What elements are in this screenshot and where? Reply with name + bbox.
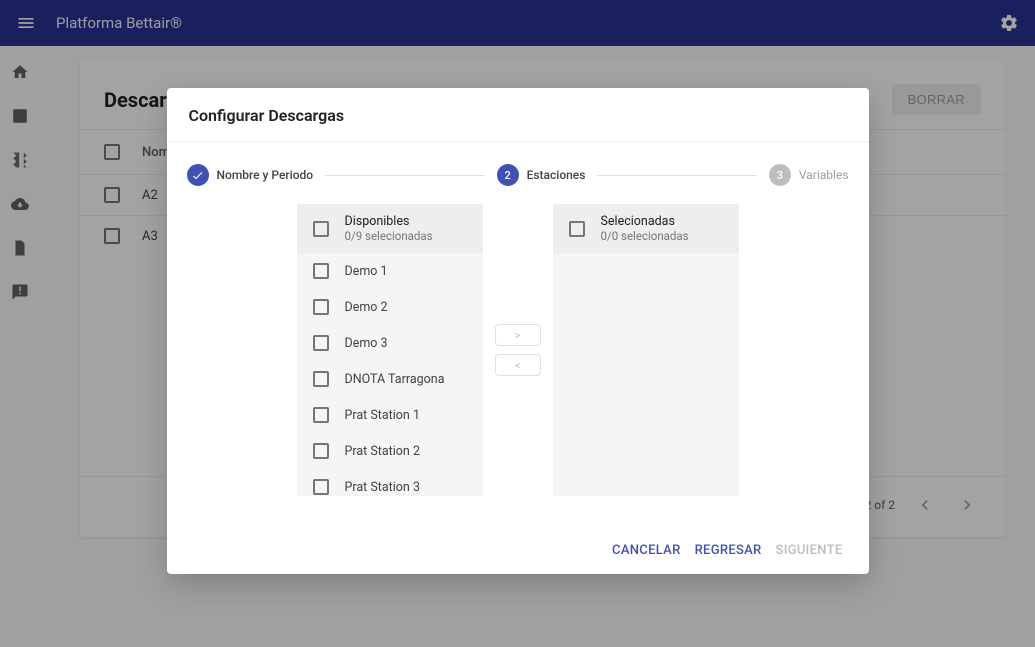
list-item[interactable]: Demo 1 xyxy=(297,253,483,289)
step-2: 2 Estaciones xyxy=(497,164,586,186)
step-3-label: Variables xyxy=(799,168,849,182)
step-divider xyxy=(325,175,484,176)
item-label: Demo 2 xyxy=(345,300,388,315)
item-checkbox[interactable] xyxy=(313,335,329,351)
item-checkbox[interactable] xyxy=(313,263,329,279)
move-left-button[interactable]: < xyxy=(495,354,541,376)
step-3-circle: 3 xyxy=(769,164,791,186)
step-1-circle xyxy=(187,164,209,186)
available-select-all-checkbox[interactable] xyxy=(313,221,329,237)
item-label: Demo 3 xyxy=(345,336,388,351)
item-checkbox[interactable] xyxy=(313,299,329,315)
list-item[interactable]: Prat Station 2 xyxy=(297,433,483,469)
list-item[interactable]: Prat Station 1 xyxy=(297,397,483,433)
transfer-controls: > < xyxy=(495,204,541,496)
step-1: Nombre y Periodo xyxy=(187,164,314,186)
item-checkbox[interactable] xyxy=(313,479,329,495)
dialog-title: Configurar Descargas xyxy=(167,88,869,142)
list-item[interactable]: Demo 3 xyxy=(297,325,483,361)
step-2-circle: 2 xyxy=(497,164,519,186)
back-button[interactable]: REGRESAR xyxy=(695,543,762,558)
stepper: Nombre y Periodo 2 Estaciones 3 Variable… xyxy=(167,142,869,204)
list-item[interactable]: Demo 2 xyxy=(297,289,483,325)
check-icon xyxy=(191,169,204,182)
configure-dialog: Configurar Descargas Nombre y Periodo 2 … xyxy=(167,88,869,574)
item-label: Demo 1 xyxy=(345,264,388,279)
move-right-button[interactable]: > xyxy=(495,324,541,346)
item-label: DNOTA Tarragona xyxy=(345,372,445,387)
selected-list: Selecionadas 0/0 selecionadas xyxy=(553,204,739,496)
available-subtitle: 0/9 selecionadas xyxy=(345,229,433,243)
selected-header: Selecionadas 0/0 selecionadas xyxy=(553,204,739,253)
available-list: Disponibles 0/9 selecionadas Demo 1 Demo… xyxy=(297,204,483,496)
next-button[interactable]: SIGUIENTE xyxy=(776,543,843,558)
dialog-actions: CANCELAR REGRESAR SIGUIENTE xyxy=(167,528,869,574)
transfer-panel: Disponibles 0/9 selecionadas Demo 1 Demo… xyxy=(167,204,869,518)
available-title: Disponibles xyxy=(345,214,433,229)
step-1-label: Nombre y Periodo xyxy=(217,168,314,182)
modal-overlay: Configurar Descargas Nombre y Periodo 2 … xyxy=(0,0,1035,647)
list-item[interactable]: DNOTA Tarragona xyxy=(297,361,483,397)
step-3: 3 Variables xyxy=(769,164,849,186)
item-checkbox[interactable] xyxy=(313,371,329,387)
cancel-button[interactable]: CANCELAR xyxy=(612,543,681,558)
selected-select-all-checkbox[interactable] xyxy=(569,221,585,237)
step-2-label: Estaciones xyxy=(527,168,586,182)
selected-subtitle: 0/0 selecionadas xyxy=(601,229,689,243)
item-label: Prat Station 1 xyxy=(345,408,420,423)
selected-title: Selecionadas xyxy=(601,214,689,229)
item-label: Prat Station 2 xyxy=(345,444,420,459)
item-checkbox[interactable] xyxy=(313,407,329,423)
step-divider xyxy=(597,175,756,176)
item-label: Prat Station 3 xyxy=(345,480,420,495)
available-header: Disponibles 0/9 selecionadas xyxy=(297,204,483,253)
list-item[interactable]: Prat Station 3 xyxy=(297,469,483,496)
item-checkbox[interactable] xyxy=(313,443,329,459)
